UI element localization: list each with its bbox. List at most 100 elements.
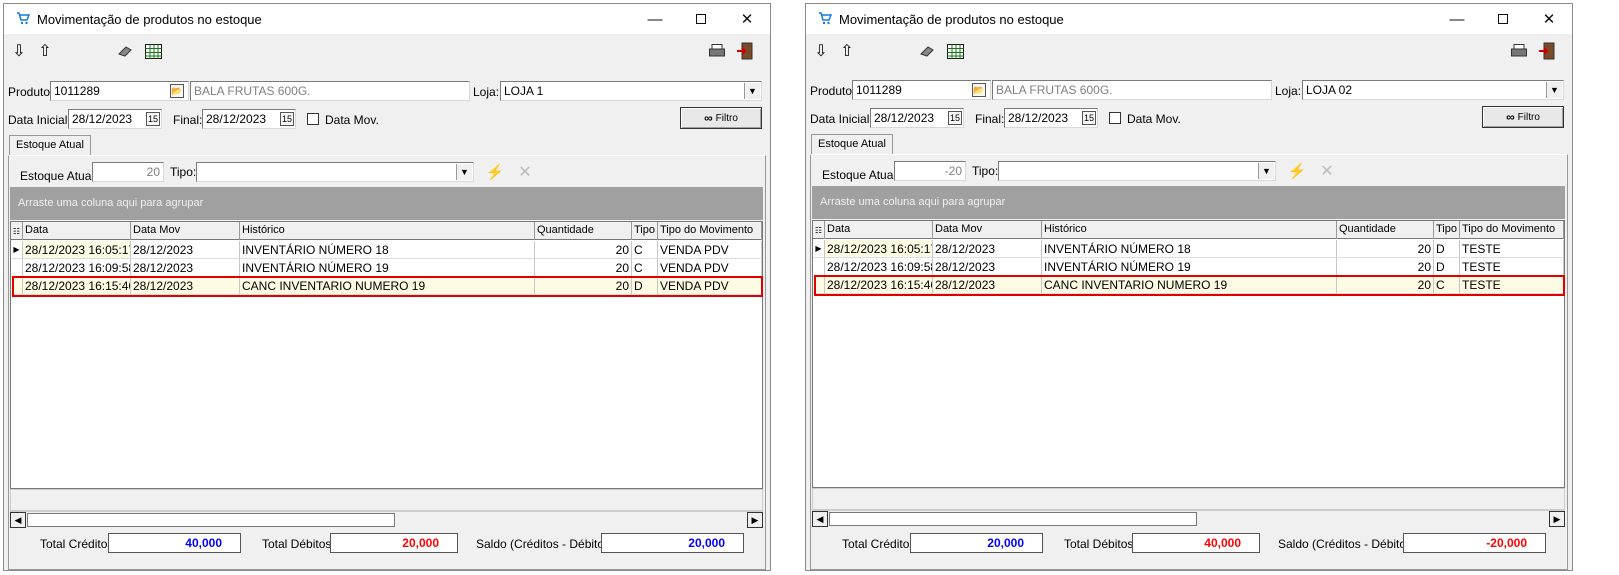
tab-estoque-atual[interactable]: Estoque Atual	[9, 135, 91, 155]
produto-search-button[interactable]: 📂	[170, 84, 184, 98]
col-data-mov[interactable]: Data Mov	[933, 221, 1042, 239]
close-button[interactable]: ✕	[1526, 4, 1572, 34]
loja-select[interactable]: LOJA 1 ▼	[500, 81, 762, 101]
table-row[interactable]: 28/12/2023 16:09:58 28/12/2023 INVENTÁRI…	[11, 259, 762, 277]
cell-tipo[interactable]: D	[1434, 240, 1460, 258]
chevron-down-icon[interactable]: ▼	[456, 164, 472, 180]
col-data-mov[interactable]: Data Mov	[131, 222, 240, 240]
calendar-icon[interactable]: 15	[1082, 111, 1096, 125]
filtro-button[interactable]: ∞ Filtro	[680, 107, 762, 129]
title-bar[interactable]: Movimentação de produtos no estoque — ✕	[4, 4, 770, 34]
print-button[interactable]	[706, 40, 728, 62]
data-mov-checkbox[interactable]	[1109, 112, 1121, 124]
group-by-area[interactable]: Arraste uma coluna aqui para agrupar	[10, 187, 763, 220]
chevron-down-icon[interactable]: ▼	[1546, 82, 1562, 98]
table-row-highlighted[interactable]: 28/12/2023 16:15:46 28/12/2023 CANC INVE…	[11, 277, 762, 295]
cell-tipo-movimento[interactable]: TESTE	[1460, 258, 1564, 276]
produto-code-input[interactable]: 1011289	[50, 81, 189, 101]
cell-data[interactable]: 28/12/2023 16:05:17	[825, 240, 933, 258]
scroll-left-icon[interactable]: ◀	[10, 512, 26, 528]
apply-tipo-button[interactable]: ⚡	[484, 161, 506, 183]
title-bar[interactable]: Movimentação de produtos no estoque — ✕	[806, 4, 1572, 34]
cell-data[interactable]: 28/12/2023 16:05:17	[23, 241, 131, 259]
cell-tipo[interactable]: D	[1434, 258, 1460, 276]
cell-quantidade[interactable]: 20	[1337, 276, 1434, 294]
column-chooser-icon[interactable]: ☷	[11, 222, 23, 240]
cell-quantidade[interactable]: 20	[535, 241, 632, 259]
minimize-button[interactable]: —	[1434, 4, 1480, 34]
cell-tipo[interactable]: C	[632, 259, 658, 277]
cell-tipo[interactable]: D	[632, 277, 658, 295]
horizontal-scrollbar[interactable]: ◀ ▶	[10, 511, 763, 528]
move-up-button[interactable]: ⇧	[34, 40, 56, 62]
filtro-button[interactable]: ∞ Filtro	[1482, 106, 1564, 128]
scroll-right-icon[interactable]: ▶	[747, 512, 763, 528]
cell-historico[interactable]: CANC INVENTARIO NUMERO 19	[240, 277, 535, 295]
cell-tipo-movimento[interactable]: VENDA PDV	[658, 259, 762, 277]
calendar-icon[interactable]: 15	[280, 112, 294, 126]
tipo-select[interactable]: ▼	[196, 162, 474, 182]
move-down-button[interactable]: ⇩	[8, 40, 30, 62]
cell-historico[interactable]: INVENTÁRIO NÚMERO 19	[1042, 258, 1337, 276]
cell-data[interactable]: 28/12/2023 16:15:46	[23, 277, 131, 295]
cell-historico[interactable]: CANC INVENTARIO NUMERO 19	[1042, 276, 1337, 294]
cell-quantidade[interactable]: 20	[535, 277, 632, 295]
print-button[interactable]	[1508, 40, 1530, 62]
clear-button[interactable]	[916, 40, 938, 62]
export-grid-button[interactable]	[142, 40, 164, 62]
minimize-button[interactable]: —	[632, 4, 678, 34]
cell-tipo-movimento[interactable]: TESTE	[1460, 276, 1564, 294]
group-by-area[interactable]: Arraste uma coluna aqui para agrupar	[812, 186, 1565, 219]
cell-historico[interactable]: INVENTÁRIO NÚMERO 18	[240, 241, 535, 259]
data-mov-checkbox[interactable]	[307, 113, 319, 125]
clear-tipo-button[interactable]: ✕	[1316, 160, 1338, 182]
maximize-button[interactable]	[1480, 4, 1526, 34]
scroll-thumb[interactable]	[829, 512, 1197, 526]
apply-tipo-button[interactable]: ⚡	[1286, 160, 1308, 182]
loja-select[interactable]: LOJA 02 ▼	[1302, 80, 1564, 100]
produto-code-input[interactable]: 1011289	[852, 80, 991, 100]
cell-tipo[interactable]: C	[632, 241, 658, 259]
cell-data[interactable]: 28/12/2023 16:09:58	[825, 258, 933, 276]
chevron-down-icon[interactable]: ▼	[744, 83, 760, 99]
col-historico[interactable]: Histórico	[1042, 221, 1337, 239]
table-row[interactable]: ▶ 28/12/2023 16:05:17 28/12/2023 INVENTÁ…	[11, 241, 762, 259]
exit-button[interactable]	[1536, 40, 1558, 62]
cell-historico[interactable]: INVENTÁRIO NÚMERO 19	[240, 259, 535, 277]
cell-data-mov[interactable]: 28/12/2023	[131, 277, 240, 295]
calendar-icon[interactable]: 15	[948, 111, 962, 125]
exit-button[interactable]	[734, 40, 756, 62]
col-tipo-movimento[interactable]: Tipo do Movimento	[658, 222, 762, 240]
col-quantidade[interactable]: Quantidade	[1337, 221, 1434, 239]
cell-data-mov[interactable]: 28/12/2023	[131, 259, 240, 277]
produto-search-button[interactable]: 📂	[972, 83, 986, 97]
move-up-button[interactable]: ⇧	[836, 40, 858, 62]
cell-quantidade[interactable]: 20	[1337, 240, 1434, 258]
clear-tipo-button[interactable]: ✕	[514, 161, 536, 183]
table-row[interactable]: ▶ 28/12/2023 16:05:17 28/12/2023 INVENTÁ…	[813, 240, 1564, 258]
cell-quantidade[interactable]: 20	[535, 259, 632, 277]
move-down-button[interactable]: ⇩	[810, 40, 832, 62]
cell-data-mov[interactable]: 28/12/2023	[933, 240, 1042, 258]
chevron-down-icon[interactable]: ▼	[1258, 163, 1274, 179]
col-tipo[interactable]: Tipo	[632, 222, 658, 240]
cell-quantidade[interactable]: 20	[1337, 258, 1434, 276]
cell-tipo-movimento[interactable]: TESTE	[1460, 240, 1564, 258]
tipo-select[interactable]: ▼	[998, 161, 1276, 181]
maximize-button[interactable]	[678, 4, 724, 34]
tab-estoque-atual[interactable]: Estoque Atual	[811, 134, 893, 154]
cell-tipo[interactable]: C	[1434, 276, 1460, 294]
col-data[interactable]: Data	[23, 222, 131, 240]
col-historico[interactable]: Histórico	[240, 222, 535, 240]
cell-data-mov[interactable]: 28/12/2023	[131, 241, 240, 259]
cell-data[interactable]: 28/12/2023 16:15:46	[825, 276, 933, 294]
col-quantidade[interactable]: Quantidade	[535, 222, 632, 240]
column-chooser-icon[interactable]: ☷	[813, 221, 825, 239]
scroll-left-icon[interactable]: ◀	[812, 511, 828, 527]
scroll-thumb[interactable]	[27, 513, 395, 527]
export-grid-button[interactable]	[944, 40, 966, 62]
cell-data[interactable]: 28/12/2023 16:09:58	[23, 259, 131, 277]
cell-data-mov[interactable]: 28/12/2023	[933, 258, 1042, 276]
calendar-icon[interactable]: 15	[146, 112, 160, 126]
col-data[interactable]: Data	[825, 221, 933, 239]
